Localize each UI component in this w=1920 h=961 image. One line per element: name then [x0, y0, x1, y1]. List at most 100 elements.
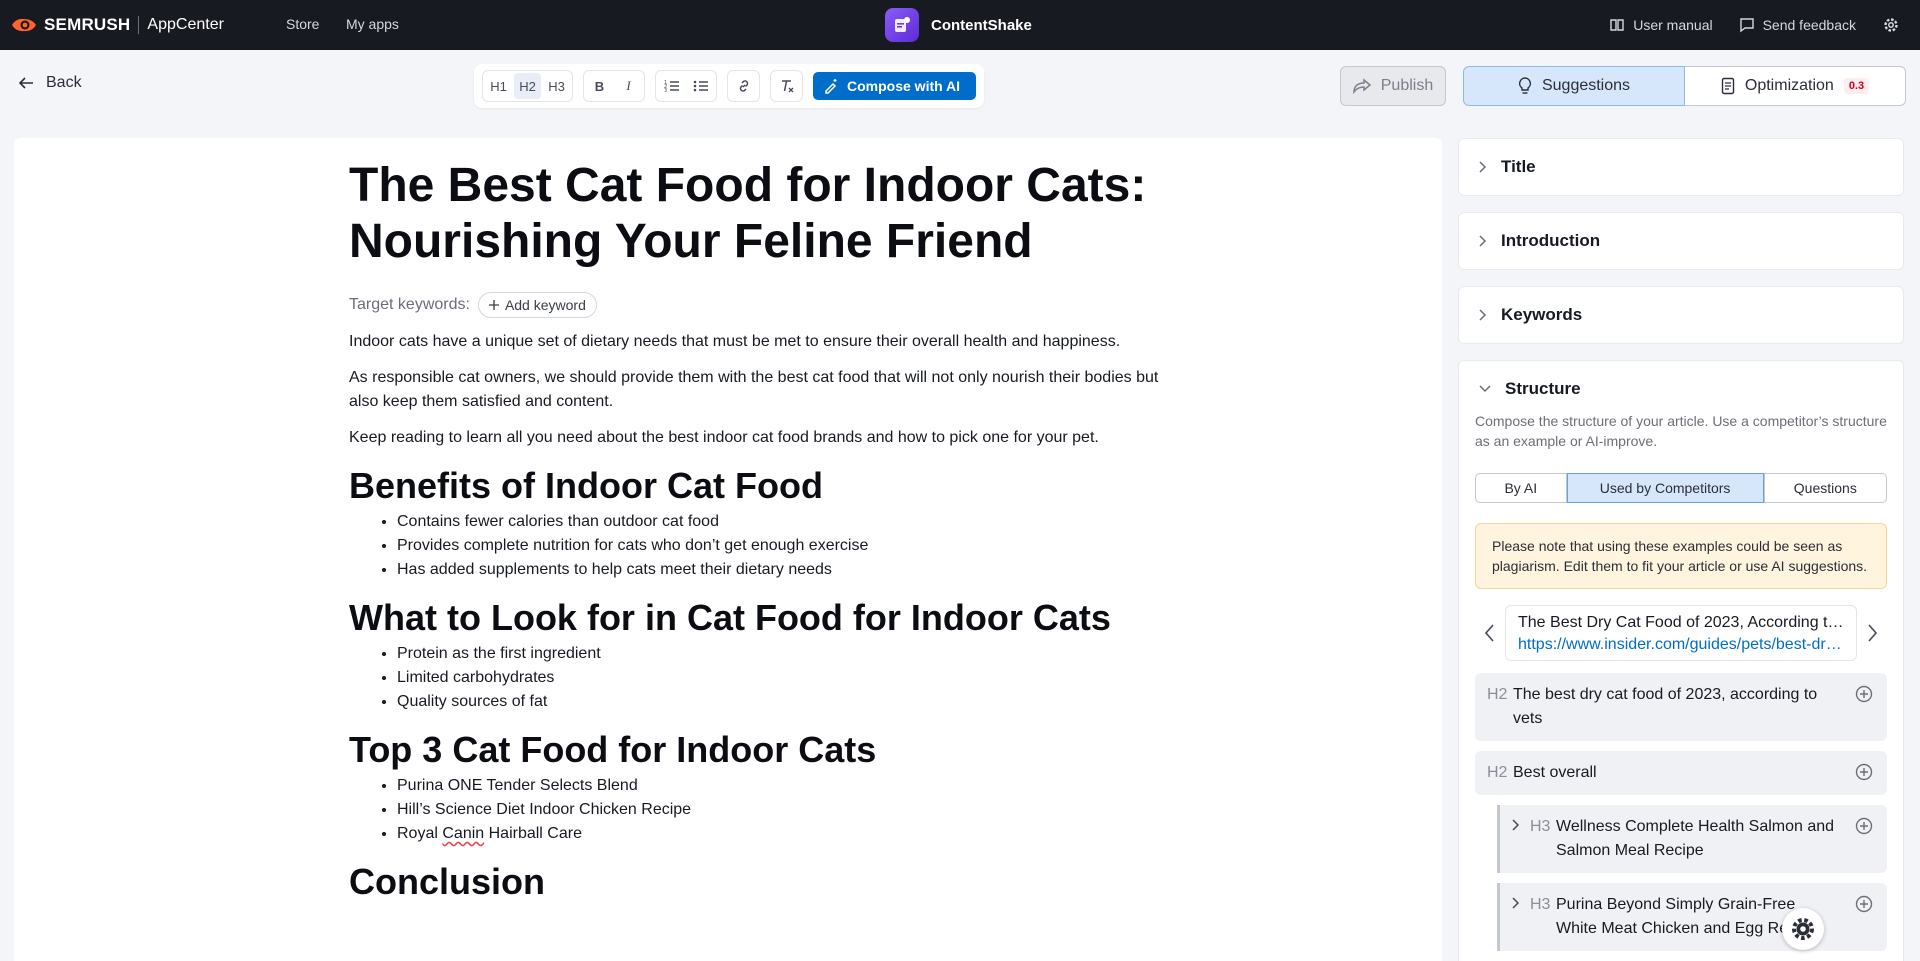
expand-subheading-button[interactable] — [1512, 893, 1530, 941]
bold-button[interactable]: B — [586, 73, 613, 99]
paragraph[interactable]: Indoor cats have a unique set of dietary… — [349, 330, 1169, 354]
heading-level-tag: H3 — [1530, 896, 1551, 913]
list-item[interactable]: Quality sources of fat — [397, 690, 1169, 714]
list-item[interactable]: Limited carbohydrates — [397, 666, 1169, 690]
heading3-button[interactable]: H3 — [543, 73, 570, 99]
gear-icon — [1792, 918, 1814, 940]
bullet-list: Purina ONE Tender Selects Blend Hill’s S… — [349, 774, 1169, 846]
section-heading[interactable]: Top 3 Cat Food for Indoor Cats — [349, 728, 1169, 772]
chevron-down-icon — [1479, 385, 1491, 393]
add-circle-icon[interactable] — [1855, 685, 1873, 703]
send-feedback-label: Send feedback — [1762, 17, 1856, 33]
share-arrow-icon — [1352, 78, 1371, 94]
section-heading[interactable]: Conclusion — [349, 860, 1169, 904]
clear-formatting-button[interactable] — [773, 73, 800, 99]
keywords-card[interactable]: Keywords — [1458, 286, 1904, 344]
link-button[interactable] — [730, 73, 757, 99]
structure-heading-item: H2 Best overall — [1475, 751, 1887, 795]
magic-pen-icon — [825, 79, 837, 94]
list-item[interactable]: Provides complete nutrition for cats who… — [397, 534, 1169, 558]
arrow-left-icon — [18, 77, 33, 89]
list-item[interactable]: Protein as the first ingredient — [397, 642, 1169, 666]
semrush-flame-icon — [12, 18, 36, 32]
bullet-list: Contains fewer calories than outdoor cat… — [349, 510, 1169, 582]
optimization-score-badge: 0.3 — [1843, 78, 1870, 94]
competitor-source-url[interactable]: https://www.insider.com/guides/pets/best… — [1518, 634, 1844, 656]
settings-gear-icon[interactable] — [1882, 16, 1900, 34]
lightbulb-icon — [1518, 77, 1532, 94]
structure-subheading-item: H3 Purina Beyond Simply Grain-Free White… — [1497, 883, 1887, 951]
clear-format-icon — [781, 80, 793, 93]
paragraph[interactable]: Keep reading to learn all you need about… — [349, 426, 1169, 450]
chevron-right-icon — [1479, 161, 1487, 173]
article-document: The Best Cat Food for Indoor Cats: Nouri… — [349, 158, 1169, 904]
seg-used-by-competitors[interactable]: Used by Competitors — [1566, 473, 1764, 503]
chevron-right-icon — [1512, 819, 1520, 831]
italic-button[interactable]: I — [615, 73, 642, 99]
add-circle-icon[interactable] — [1855, 895, 1873, 913]
structure-header[interactable]: Structure — [1459, 361, 1903, 417]
tab-suggestions[interactable]: Suggestions — [1463, 66, 1685, 106]
ordered-list-button[interactable]: 123 — [658, 73, 685, 99]
competitor-source: The Best Dry Cat Food of 2023, According… — [1505, 605, 1857, 661]
competitor-source-title: The Best Dry Cat Food of 2023, According… — [1518, 614, 1844, 631]
heading-text: The best dry cat food of 2023, according… — [1513, 686, 1818, 727]
link-icon — [739, 80, 748, 92]
add-keyword-button[interactable]: Add keyword — [477, 292, 597, 318]
section-heading[interactable]: What to Look for in Cat Food for Indoor … — [349, 596, 1169, 640]
send-feedback-link[interactable]: Send feedback — [1739, 17, 1856, 33]
structure-card-label: Structure — [1505, 379, 1581, 398]
nav-store-link[interactable]: Store — [286, 16, 319, 32]
nav-my-apps-link[interactable]: My apps — [346, 16, 399, 32]
list-item[interactable]: Royal Canin Hairball Care — [397, 822, 1169, 846]
plus-icon — [488, 300, 499, 310]
editor-toolbar-row: Back H1 H2 H3 B I 123 Compose with AI Pu… — [0, 50, 1920, 122]
article-title[interactable]: The Best Cat Food for Indoor Cats: Nouri… — [349, 158, 1169, 270]
heading-text: Wellness Complete Health Salmon and Salm… — [1556, 818, 1835, 859]
article-editor[interactable]: The Best Cat Food for Indoor Cats: Nouri… — [14, 138, 1442, 961]
settings-fab-button[interactable] — [1782, 908, 1824, 950]
brand-separator — [138, 16, 140, 34]
text-style-buttons: B I — [583, 70, 645, 102]
paragraph[interactable]: As responsible cat owners, we should pro… — [349, 366, 1169, 414]
add-circle-icon[interactable] — [1855, 763, 1873, 781]
title-card[interactable]: Title — [1458, 138, 1904, 196]
heading2-button[interactable]: H2 — [514, 73, 541, 99]
bullet-list-button[interactable] — [687, 73, 714, 99]
heading-level-tag: H2 — [1487, 764, 1508, 781]
chevron-right-icon — [1512, 897, 1520, 909]
heading-buttons: H1 H2 H3 — [482, 70, 573, 102]
user-manual-link[interactable]: User manual — [1609, 17, 1713, 33]
ordered-list-icon: 123 — [664, 80, 679, 93]
expand-subheading-button[interactable] — [1512, 815, 1530, 863]
compose-label: Compose with AI — [847, 78, 961, 94]
seg-questions[interactable]: Questions — [1763, 473, 1888, 503]
tab-optimization[interactable]: Optimization 0.3 — [1685, 66, 1906, 106]
misspelled-word[interactable]: Canin — [442, 825, 484, 842]
list-item[interactable]: Contains fewer calories than outdoor cat… — [397, 510, 1169, 534]
list-item[interactable]: Purina ONE Tender Selects Blend — [397, 774, 1169, 798]
structure-description: Compose the structure of your article. U… — [1475, 413, 1887, 449]
current-app: ContentShake — [885, 8, 1032, 42]
publish-label: Publish — [1380, 77, 1434, 94]
semrush-brand[interactable]: SEMRUSH AppCenter — [10, 15, 224, 35]
list-item[interactable]: Hill’s Science Diet Indoor Chicken Recip… — [397, 798, 1169, 822]
target-keywords-label: Target keywords: — [349, 296, 470, 313]
add-circle-icon[interactable] — [1855, 817, 1873, 835]
heading1-button[interactable]: H1 — [485, 73, 512, 99]
chevron-right-icon — [1868, 624, 1877, 642]
compose-with-ai-button[interactable]: Compose with AI — [813, 72, 977, 100]
plagiarism-warning: Please note that using these examples co… — [1475, 523, 1887, 589]
list-item[interactable]: Has added supplements to help cats meet … — [397, 558, 1169, 582]
section-heading[interactable]: Benefits of Indoor Cat Food — [349, 464, 1169, 508]
publish-button[interactable]: Publish — [1340, 66, 1446, 106]
prev-source-button[interactable] — [1475, 624, 1505, 642]
chat-bubble-icon — [1739, 18, 1754, 33]
add-keyword-label: Add keyword — [504, 297, 586, 313]
next-source-button[interactable] — [1857, 624, 1887, 642]
seg-by-ai[interactable]: By AI — [1475, 473, 1567, 503]
back-button[interactable]: Back — [18, 74, 82, 92]
link-group — [727, 70, 760, 102]
introduction-card[interactable]: Introduction — [1458, 212, 1904, 270]
tab-suggestions-label: Suggestions — [1541, 77, 1631, 94]
